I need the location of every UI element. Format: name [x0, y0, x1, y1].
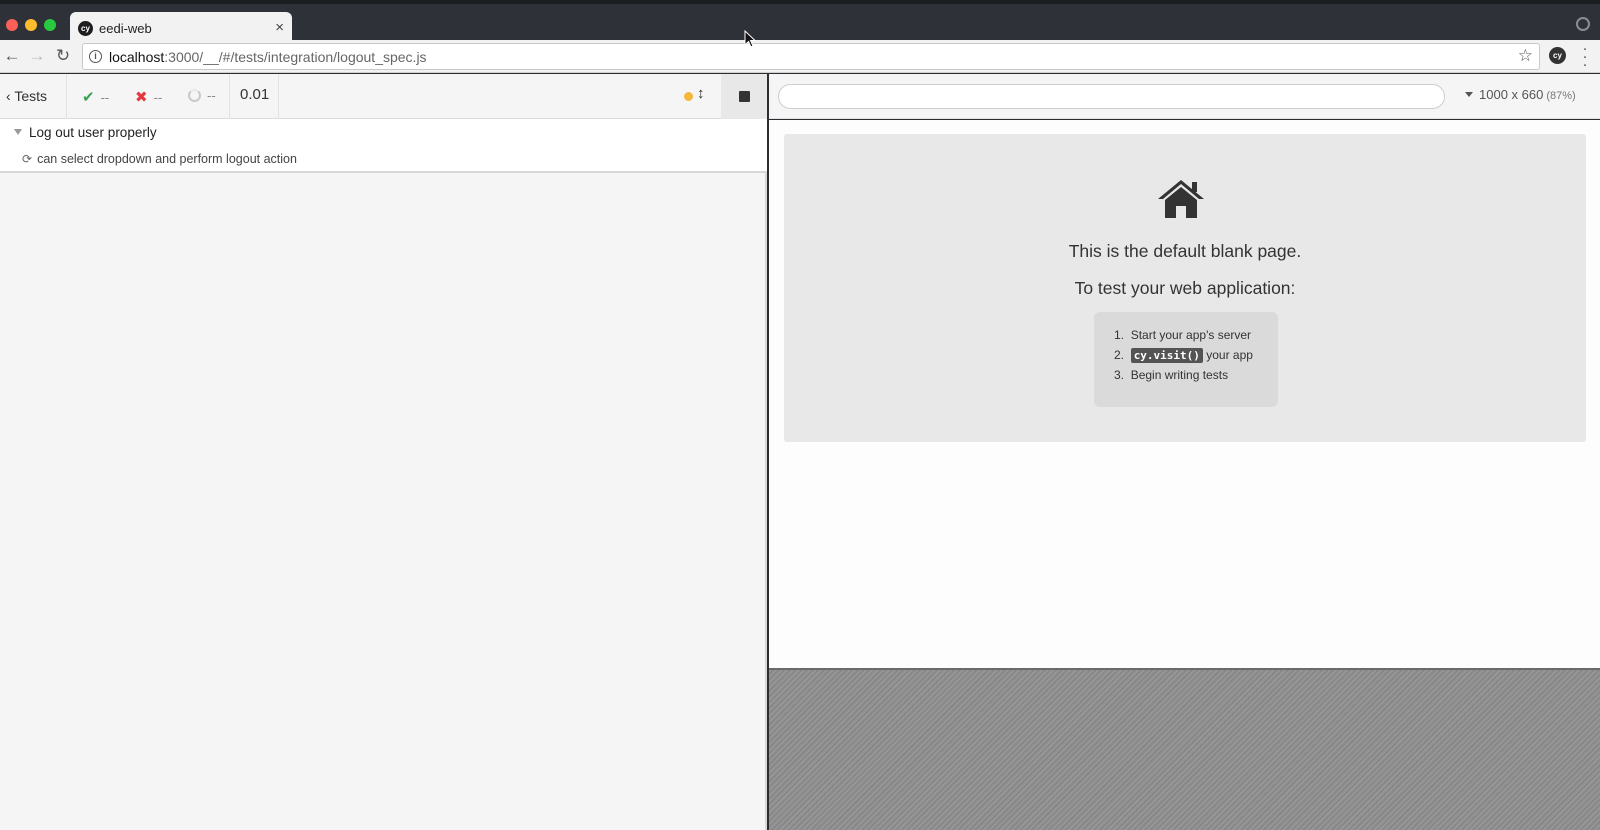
stats-divider — [229, 74, 230, 119]
blank-page-card: This is the default blank page. To test … — [784, 134, 1586, 442]
viewport-info[interactable]: 1000 x 660 (87%) — [1465, 87, 1576, 102]
test-title: can select dropdown and perform logout a… — [37, 152, 297, 166]
aut-url-field[interactable] — [778, 84, 1445, 109]
browser-titlebar: cy eedi-web × — [0, 0, 1600, 44]
passed-count: -- — [100, 90, 110, 105]
blank-page-subtitle: To test your web application: — [1074, 278, 1296, 298]
suite-item[interactable]: Log out user properly — [14, 125, 157, 140]
auto-scroll-icon[interactable]: ↕ — [697, 85, 705, 102]
reporter-stats-bar: ‹ Tests ✔ -- ✖ -- -- 0.01 ↕ — [0, 74, 767, 119]
bookmark-star-icon[interactable]: ☆ — [1518, 46, 1533, 66]
blank-page-title: This is the default blank page. — [1068, 241, 1302, 261]
window-minimize-button[interactable] — [25, 19, 37, 31]
x-icon: ✖ — [135, 89, 148, 106]
failed-count: -- — [153, 90, 163, 105]
home-icon — [1158, 180, 1204, 218]
list-item: 3. Begin writing tests — [1114, 368, 1229, 382]
duration: 0.01 — [240, 86, 270, 103]
test-item[interactable]: ⟳ can select dropdown and perform logout … — [22, 152, 297, 166]
kebab-menu-icon[interactable]: · · · — [1582, 41, 1588, 72]
pending-circle-icon — [188, 89, 201, 102]
window-close-button[interactable] — [6, 19, 18, 31]
passed-stat: ✔ -- — [82, 88, 109, 106]
tab-close-icon[interactable]: × — [275, 19, 284, 36]
reload-icon[interactable]: ↻ — [52, 45, 74, 67]
stats-divider — [278, 74, 279, 119]
cypress-extension-icon[interactable]: cy — [1549, 47, 1566, 64]
stop-icon — [739, 91, 750, 102]
stop-button[interactable] — [721, 74, 767, 119]
window-zoom-button[interactable] — [44, 19, 56, 31]
info-icon[interactable]: i — [89, 50, 102, 63]
steps-list: 1. Start your app's server 2. cy.visit()… — [1094, 312, 1278, 407]
mouse-cursor-icon — [744, 30, 756, 48]
profile-icon[interactable] — [1576, 17, 1590, 31]
address-bar[interactable]: i localhost:3000/__/#/tests/integration/… — [82, 43, 1540, 70]
list-item: 1. Start your app's server — [1114, 328, 1252, 342]
tests-back-button[interactable]: ‹ Tests — [0, 74, 67, 119]
running-indicator — [684, 92, 693, 101]
pending-stat: -- — [188, 88, 216, 103]
aut-header: 1000 x 660 (87%) — [769, 74, 1600, 119]
caret-down-icon — [14, 129, 22, 135]
suite-title: Log out user properly — [29, 125, 157, 140]
caret-down-icon — [1465, 92, 1473, 97]
tests-label: Tests — [14, 88, 47, 104]
list-item: 2. cy.visit() your app — [1114, 348, 1253, 363]
address-url[interactable]: localhost:3000/__/#/tests/integration/lo… — [109, 49, 427, 65]
running-refresh-icon: ⟳ — [22, 152, 33, 166]
failed-stat: ✖ -- — [135, 88, 162, 106]
pending-count: -- — [207, 88, 216, 103]
code-snippet: cy.visit() — [1130, 348, 1203, 363]
aut-background — [769, 668, 1600, 830]
aut-iframe: This is the default blank page. To test … — [769, 120, 1600, 668]
back-arrow-icon[interactable]: ← — [1, 45, 23, 67]
cypress-reporter: ‹ Tests ✔ -- ✖ -- -- 0.01 ↕ Log out user p… — [0, 74, 767, 830]
tab-title: eedi-web — [99, 21, 152, 36]
runnables: Log out user properly ⟳ can select dropdo… — [0, 119, 767, 173]
cypress-favicon-icon: cy — [78, 21, 93, 36]
viewport-size: 1000 x 660 — [1479, 87, 1544, 102]
viewport-scale: (87%) — [1546, 90, 1576, 102]
check-icon: ✔ — [82, 89, 95, 106]
forward-arrow-icon[interactable]: → — [26, 45, 48, 67]
browser-toolbar: ← → ↻ i localhost:3000/__/#/tests/integr… — [0, 40, 1600, 73]
